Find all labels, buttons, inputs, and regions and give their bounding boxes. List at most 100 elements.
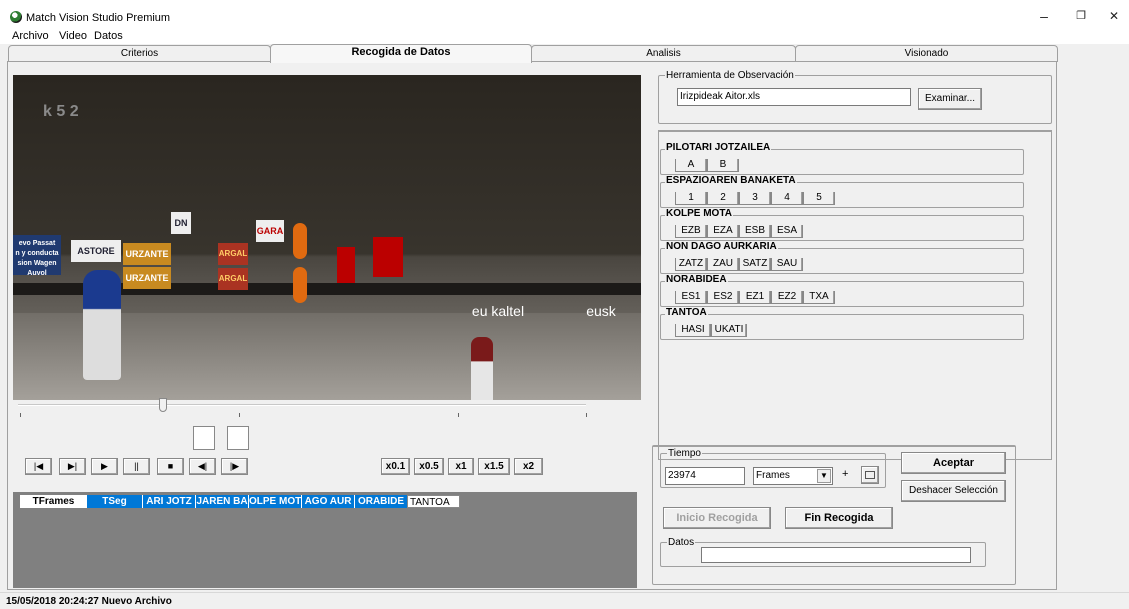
time-unit-select[interactable]: Frames ▼ (753, 467, 833, 485)
ad-left-panel: evo Passat n y conducta sion Wagen Auvol (13, 235, 61, 277)
option-button[interactable]: ESA (771, 225, 803, 238)
speed-x1-button[interactable]: x1 (448, 458, 474, 475)
seek-slider-track[interactable] (18, 404, 586, 406)
option-button[interactable]: 3 (739, 192, 771, 205)
restore-button[interactable]: ❐ (1066, 6, 1096, 26)
speed-x0-1-button[interactable]: x0.1 (381, 458, 410, 475)
seek-slider-thumb[interactable] (159, 398, 167, 412)
mark-box-left[interactable] (193, 426, 215, 450)
play-button[interactable]: ▶ (91, 458, 118, 475)
ad-text: sion Wagen (17, 260, 57, 267)
menu-bar: Archivo Video Datos (0, 30, 1129, 44)
stop-button[interactable]: ■ (157, 458, 184, 475)
chevron-down-icon[interactable]: ▼ (817, 469, 831, 483)
channel-score-overlay: k 5 2 (43, 103, 79, 120)
speed-x2-button[interactable]: x2 (514, 458, 543, 475)
tab-visionado[interactable]: Visionado (795, 45, 1058, 62)
criteria-group: PILOTARI JOTZAILEA A B (660, 142, 1024, 175)
ad-euskaltel-2: eusk (586, 303, 616, 319)
window-title: Match Vision Studio Premium (26, 12, 171, 24)
frame-forward-button[interactable]: |▶ (221, 458, 248, 475)
accept-button[interactable]: Aceptar (901, 452, 1006, 474)
close-button[interactable]: ✕ (1099, 6, 1129, 26)
app-logo-icon (10, 11, 22, 23)
menu-archivo[interactable]: Archivo (12, 30, 49, 42)
title-bar: Match Vision Studio Premium – ❐ ✕ (0, 0, 1129, 30)
column-header[interactable]: TFrames (20, 495, 87, 508)
menu-datos[interactable]: Datos (94, 30, 123, 42)
criteria-group: KOLPE MOTA EZB EZA ESB ESA (660, 208, 1024, 241)
speed-x0-5-button[interactable]: x0.5 (414, 458, 444, 475)
column-header[interactable]: AGO AUR (301, 495, 354, 508)
tab-criterios[interactable]: Criterios (8, 45, 271, 62)
end-collection-button[interactable]: Fin Recogida (785, 507, 893, 529)
time-picker-button[interactable] (861, 466, 879, 484)
tool-file-input[interactable]: Irizpideak Aitor.xls (677, 88, 911, 106)
column-header[interactable]: OLPE MOT (248, 495, 301, 508)
status-bar: 15/05/2018 20:24:27 Nuevo Archivo (0, 592, 1129, 609)
slider-tick (20, 413, 21, 417)
ad-text: Auvol (27, 270, 47, 277)
option-button[interactable]: ES2 (707, 291, 739, 304)
option-button[interactable]: B (707, 159, 739, 172)
option-button[interactable]: SAU (771, 258, 803, 271)
add-time-label[interactable]: + (842, 468, 848, 480)
criteria-group: NON DAGO AURKARIA ZATZ ZAU SATZ SAU (660, 241, 1024, 274)
time-unit-label: Frames (756, 470, 790, 481)
column-header[interactable]: JAREN BA (195, 495, 248, 508)
ad-urzante-2: URZANTE (123, 267, 171, 289)
data-legend: Datos (668, 537, 695, 548)
orange-marker-2 (293, 267, 307, 303)
minimize-button[interactable]: – (1029, 6, 1059, 26)
option-button[interactable]: UKATI (711, 324, 747, 337)
option-button[interactable]: SATZ (739, 258, 771, 271)
option-button[interactable]: EZB (675, 225, 707, 238)
option-button[interactable]: ESB (739, 225, 771, 238)
criteria-title: KOLPE MOTA (665, 208, 733, 219)
column-header[interactable]: ORABIDE (354, 495, 407, 508)
option-button[interactable]: EZA (707, 225, 739, 238)
ad-gara: GARA (256, 220, 284, 242)
criteria-title: TANTOA (665, 307, 708, 318)
option-button[interactable]: ZAU (707, 258, 739, 271)
browse-button[interactable]: Examinar... (918, 88, 982, 110)
option-button[interactable]: 1 (675, 192, 707, 205)
speed-x1-5-button[interactable]: x1.5 (478, 458, 510, 475)
video-player[interactable]: k 5 2 evo Passat n y conducta sion Wagen… (13, 75, 641, 400)
pelotari-player-left (83, 270, 121, 380)
ad-euskaltel: eu kaltel (471, 303, 525, 319)
criteria-title: NORABIDEA (665, 274, 728, 285)
option-button[interactable]: EZ1 (739, 291, 771, 304)
criteria-title: NON DAGO AURKARIA (665, 241, 778, 252)
option-button[interactable]: 2 (707, 192, 739, 205)
frame-back-button[interactable]: ◀| (189, 458, 216, 475)
data-grid[interactable]: TFrames TSeg ARI JOTZ JAREN BA OLPE MOT … (13, 492, 637, 588)
start-collection-button[interactable]: Inicio Recogida (663, 507, 771, 529)
time-legend: Tiempo (668, 448, 701, 459)
data-input[interactable] (701, 547, 971, 563)
option-button[interactable]: ZATZ (675, 258, 707, 271)
criteria-title: PILOTARI JOTZAILEA (665, 142, 772, 153)
tab-recogida-de-datos[interactable]: Recogida de Datos (270, 44, 532, 63)
criteria-group: TANTOA HASI UKATI (660, 307, 1024, 340)
pause-button[interactable]: || (123, 458, 150, 475)
option-button[interactable]: HASI (675, 324, 711, 337)
criteria-title: ESPAZIOAREN BANAKETA (665, 175, 797, 186)
undo-selection-button[interactable]: Deshacer Selección (901, 480, 1006, 502)
option-button[interactable]: ES1 (675, 291, 707, 304)
tab-analisis[interactable]: Analisis (531, 45, 796, 62)
tool-legend: Herramienta de Observación (666, 70, 794, 81)
option-button[interactable]: A (675, 159, 707, 172)
option-button[interactable]: 4 (771, 192, 803, 205)
column-header[interactable]: TANTOA (407, 495, 460, 508)
mark-box-right[interactable] (227, 426, 249, 450)
option-button[interactable]: EZ2 (771, 291, 803, 304)
skip-start-button[interactable]: |◀ (25, 458, 52, 475)
time-value-input[interactable]: 23974 (665, 467, 745, 485)
step-forward-button[interactable]: ▶| (59, 458, 86, 475)
option-button[interactable]: TXA (803, 291, 835, 304)
column-header[interactable]: TSeg (87, 495, 142, 508)
column-header[interactable]: ARI JOTZ (142, 495, 195, 508)
menu-video[interactable]: Video (59, 30, 87, 42)
option-button[interactable]: 5 (803, 192, 835, 205)
